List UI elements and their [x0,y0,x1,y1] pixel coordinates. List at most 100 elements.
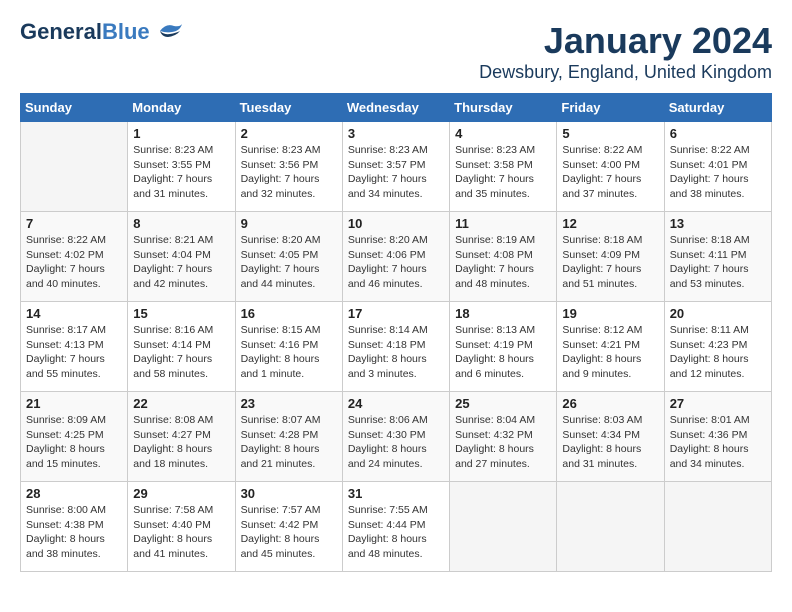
day-cell [557,482,664,572]
day-cell: 2 Sunrise: 8:23 AM Sunset: 3:56 PM Daylig… [235,122,342,212]
day-cell [664,482,771,572]
day-number: 29 [133,486,229,501]
day-cell: 21Sunrise: 8:09 AM Sunset: 4:25 PM Dayli… [21,392,128,482]
day-number: 31 [348,486,444,501]
day-number: 9 [241,216,337,231]
day-info: Sunrise: 8:08 AM Sunset: 4:27 PM Dayligh… [133,413,229,472]
day-cell: 18Sunrise: 8:13 AM Sunset: 4:19 PM Dayli… [450,302,557,392]
day-info: Sunrise: 8:23 AM Sunset: 3:56 PM Dayligh… [241,143,337,202]
logo-bird-icon [152,21,184,43]
day-info: Sunrise: 8:11 AM Sunset: 4:23 PM Dayligh… [670,323,766,382]
day-number: 1 [133,126,229,141]
day-cell: 22 Sunrise: 8:08 AM Sunset: 4:27 PM Dayli… [128,392,235,482]
day-info: Sunrise: 8:17 AM Sunset: 4:13 PM Dayligh… [26,323,122,382]
day-info: Sunrise: 8:04 AM Sunset: 4:32 PM Dayligh… [455,413,551,472]
day-info: Sunrise: 8:00 AM Sunset: 4:38 PM Dayligh… [26,503,122,562]
day-cell: 31 Sunrise: 7:55 AM Sunset: 4:44 PM Dayli… [342,482,449,572]
week-row-4: 28 Sunrise: 8:00 AM Sunset: 4:38 PM Dayli… [21,482,772,572]
day-info: Sunrise: 8:23 AM Sunset: 3:58 PM Dayligh… [455,143,551,202]
day-info: Sunrise: 8:12 AM Sunset: 4:21 PM Dayligh… [562,323,658,382]
day-number: 23 [241,396,337,411]
calendar-table: SundayMondayTuesdayWednesdayThursdayFrid… [20,93,772,572]
day-number: 25 [455,396,551,411]
day-cell: 20 Sunrise: 8:11 AM Sunset: 4:23 PM Dayli… [664,302,771,392]
day-cell: 15 Sunrise: 8:16 AM Sunset: 4:14 PM Dayli… [128,302,235,392]
day-number: 6 [670,126,766,141]
day-number: 4 [455,126,551,141]
day-cell: 19 Sunrise: 8:12 AM Sunset: 4:21 PM Dayli… [557,302,664,392]
day-cell: 27 Sunrise: 8:01 AM Sunset: 4:36 PM Dayli… [664,392,771,482]
day-cell: 16 Sunrise: 8:15 AM Sunset: 4:16 PM Dayli… [235,302,342,392]
day-cell: 28 Sunrise: 8:00 AM Sunset: 4:38 PM Dayli… [21,482,128,572]
logo-text: GeneralBlue [20,20,150,44]
header-saturday: Saturday [664,94,771,122]
day-info: Sunrise: 8:23 AM Sunset: 3:55 PM Dayligh… [133,143,229,202]
header-sunday: Sunday [21,94,128,122]
day-cell [450,482,557,572]
header-row: SundayMondayTuesdayWednesdayThursdayFrid… [21,94,772,122]
day-info: Sunrise: 8:03 AM Sunset: 4:34 PM Dayligh… [562,413,658,472]
week-row-2: 14 Sunrise: 8:17 AM Sunset: 4:13 PM Dayli… [21,302,772,392]
day-cell: 9Sunrise: 8:20 AM Sunset: 4:05 PM Daylig… [235,212,342,302]
header-thursday: Thursday [450,94,557,122]
day-info: Sunrise: 8:06 AM Sunset: 4:30 PM Dayligh… [348,413,444,472]
day-info: Sunrise: 8:22 AM Sunset: 4:02 PM Dayligh… [26,233,122,292]
day-info: Sunrise: 8:23 AM Sunset: 3:57 PM Dayligh… [348,143,444,202]
day-number: 13 [670,216,766,231]
day-number: 7 [26,216,122,231]
day-number: 26 [562,396,658,411]
day-cell: 24 Sunrise: 8:06 AM Sunset: 4:30 PM Dayli… [342,392,449,482]
header-tuesday: Tuesday [235,94,342,122]
header-monday: Monday [128,94,235,122]
day-cell: 30 Sunrise: 7:57 AM Sunset: 4:42 PM Dayli… [235,482,342,572]
day-number: 21 [26,396,122,411]
day-cell: 29 Sunrise: 7:58 AM Sunset: 4:40 PM Dayli… [128,482,235,572]
day-number: 18 [455,306,551,321]
title-area: January 2024 Dewsbury, England, United K… [479,20,772,83]
day-number: 11 [455,216,551,231]
day-cell: 23Sunrise: 8:07 AM Sunset: 4:28 PM Dayli… [235,392,342,482]
day-info: Sunrise: 8:22 AM Sunset: 4:01 PM Dayligh… [670,143,766,202]
day-cell: 8 Sunrise: 8:21 AM Sunset: 4:04 PM Daylig… [128,212,235,302]
day-info: Sunrise: 7:58 AM Sunset: 4:40 PM Dayligh… [133,503,229,562]
day-info: Sunrise: 8:15 AM Sunset: 4:16 PM Dayligh… [241,323,337,382]
day-cell: 14 Sunrise: 8:17 AM Sunset: 4:13 PM Dayli… [21,302,128,392]
week-row-3: 21Sunrise: 8:09 AM Sunset: 4:25 PM Dayli… [21,392,772,482]
day-info: Sunrise: 8:01 AM Sunset: 4:36 PM Dayligh… [670,413,766,472]
header-wednesday: Wednesday [342,94,449,122]
day-cell: 25 Sunrise: 8:04 AM Sunset: 4:32 PM Dayli… [450,392,557,482]
day-cell: 11Sunrise: 8:19 AM Sunset: 4:08 PM Dayli… [450,212,557,302]
location-title: Dewsbury, England, United Kingdom [479,62,772,83]
day-number: 20 [670,306,766,321]
day-number: 10 [348,216,444,231]
day-info: Sunrise: 8:22 AM Sunset: 4:00 PM Dayligh… [562,143,658,202]
day-number: 22 [133,396,229,411]
day-cell: 4 Sunrise: 8:23 AM Sunset: 3:58 PM Daylig… [450,122,557,212]
day-number: 5 [562,126,658,141]
day-number: 3 [348,126,444,141]
day-number: 14 [26,306,122,321]
day-number: 15 [133,306,229,321]
logo: GeneralBlue [20,20,184,44]
day-number: 16 [241,306,337,321]
day-number: 8 [133,216,229,231]
day-number: 24 [348,396,444,411]
day-number: 27 [670,396,766,411]
day-info: Sunrise: 7:55 AM Sunset: 4:44 PM Dayligh… [348,503,444,562]
day-cell: 26 Sunrise: 8:03 AM Sunset: 4:34 PM Dayli… [557,392,664,482]
day-number: 28 [26,486,122,501]
day-cell: 13 Sunrise: 8:18 AM Sunset: 4:11 PM Dayli… [664,212,771,302]
day-info: Sunrise: 8:16 AM Sunset: 4:14 PM Dayligh… [133,323,229,382]
day-info: Sunrise: 8:21 AM Sunset: 4:04 PM Dayligh… [133,233,229,292]
day-info: Sunrise: 8:18 AM Sunset: 4:09 PM Dayligh… [562,233,658,292]
day-number: 12 [562,216,658,231]
day-info: Sunrise: 8:18 AM Sunset: 4:11 PM Dayligh… [670,233,766,292]
day-number: 19 [562,306,658,321]
day-number: 30 [241,486,337,501]
day-number: 2 [241,126,337,141]
day-cell: 12 Sunrise: 8:18 AM Sunset: 4:09 PM Dayli… [557,212,664,302]
day-info: Sunrise: 7:57 AM Sunset: 4:42 PM Dayligh… [241,503,337,562]
day-info: Sunrise: 8:20 AM Sunset: 4:06 PM Dayligh… [348,233,444,292]
day-cell [21,122,128,212]
day-cell: 5 Sunrise: 8:22 AM Sunset: 4:00 PM Daylig… [557,122,664,212]
